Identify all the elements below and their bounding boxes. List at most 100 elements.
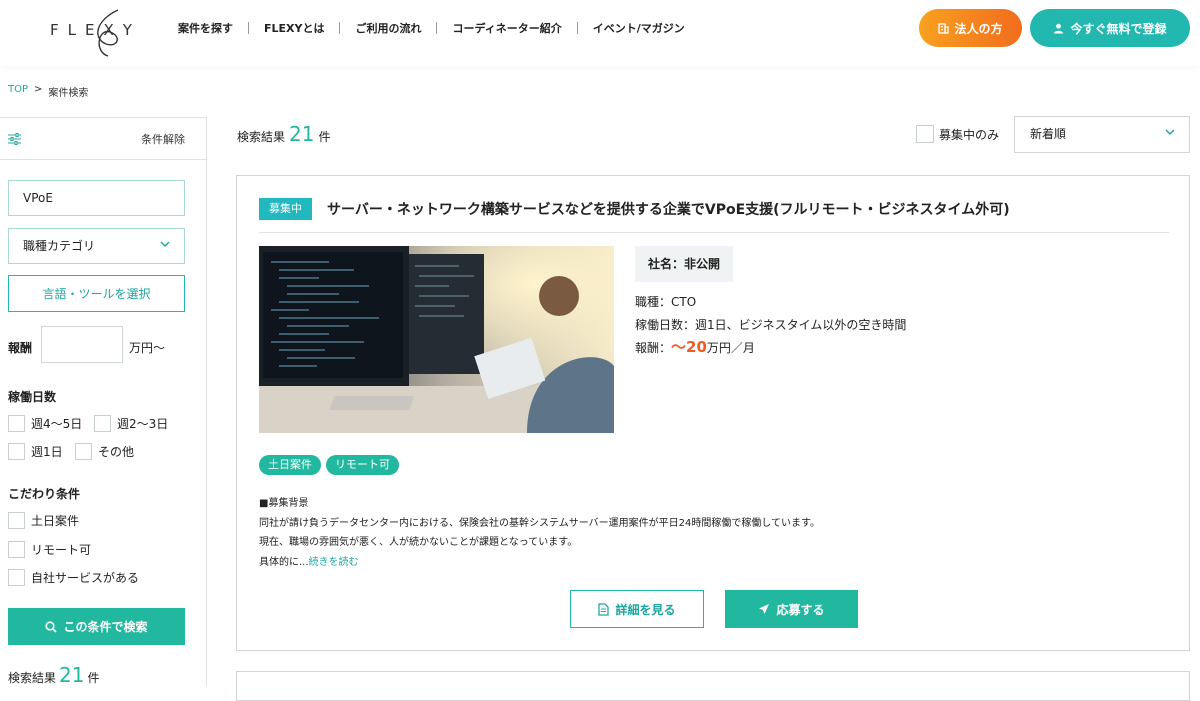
checkbox[interactable] bbox=[8, 541, 25, 558]
job-card bbox=[236, 671, 1190, 701]
work-days-title: 稼働日数 bbox=[8, 390, 57, 404]
days-option-2-3[interactable]: 週2〜3日 bbox=[94, 415, 168, 432]
desc-line: 同社が請け負うデータセンター内における、保険会社の基幹システムサーバー運用案件が… bbox=[259, 517, 821, 529]
logo-swirl-icon bbox=[97, 9, 119, 57]
pay-suffix: 万円／月 bbox=[706, 341, 755, 355]
checkbox-label: 土日案件 bbox=[31, 514, 80, 528]
filter-sliders-icon[interactable] bbox=[8, 133, 21, 145]
desc-line: 現在、職場の雰囲気が悪く、人が続かないことが課題となっています。 bbox=[259, 537, 578, 548]
checkbox[interactable] bbox=[8, 569, 25, 586]
search-button-label: この条件で検索 bbox=[63, 620, 148, 634]
days-option-1[interactable]: 週1日 bbox=[8, 443, 63, 460]
sidebar-result-count: 検索結果 21 件 bbox=[8, 663, 99, 687]
search-button[interactable]: この条件で検索 bbox=[8, 608, 185, 645]
building-icon bbox=[938, 22, 950, 34]
checkbox[interactable] bbox=[75, 443, 92, 460]
checkbox[interactable] bbox=[8, 512, 25, 529]
corporate-button-label: 法人の方 bbox=[954, 21, 1003, 36]
chevron-down-icon bbox=[1165, 129, 1175, 136]
job-card: 募集中 サーバー・ネットワーク構築サービスなどを提供する企業でVPoE支援(フル… bbox=[236, 175, 1190, 651]
category-select[interactable]: 職種カテゴリ bbox=[8, 228, 185, 264]
tag-remote: リモート可 bbox=[326, 455, 399, 475]
company-name: 社名：非公開 bbox=[635, 246, 734, 282]
checkbox[interactable] bbox=[8, 415, 25, 432]
chevron-down-icon bbox=[160, 241, 170, 248]
nav-about[interactable]: FLEXYとは bbox=[264, 20, 324, 36]
register-button[interactable]: 今すぐ無料で登録 bbox=[1030, 9, 1190, 47]
checkbox-label: 自社サービスがある bbox=[31, 571, 140, 585]
register-button-label: 今すぐ無料で登録 bbox=[1070, 21, 1167, 36]
desc-line: 具体的に...続きを読む bbox=[259, 553, 820, 573]
days-option-other[interactable]: その他 bbox=[75, 443, 134, 460]
desc-text: 具体的に... bbox=[259, 556, 309, 568]
apply-button-label: 応募する bbox=[776, 602, 825, 617]
tag-weekend: 土日案件 bbox=[259, 455, 321, 475]
result-label: 検索結果 bbox=[8, 671, 57, 685]
pref-option-remote[interactable]: リモート可 bbox=[8, 541, 91, 558]
checkbox-label: リモート可 bbox=[31, 543, 92, 557]
read-more-link[interactable]: 続きを読む bbox=[309, 557, 359, 568]
pay-unit: 万円〜 bbox=[129, 341, 166, 355]
breadcrumb: TOP > 案件検索 bbox=[8, 84, 88, 99]
paper-plane-icon bbox=[759, 604, 770, 614]
recruiting-only-toggle[interactable]: 募集中のみ bbox=[916, 125, 999, 143]
checkbox-label: 週2〜3日 bbox=[117, 417, 169, 431]
sort-select[interactable]: 新着順 bbox=[1014, 116, 1190, 153]
nav-divider bbox=[248, 22, 249, 34]
result-number: 21 bbox=[59, 663, 85, 687]
developer-photo-image bbox=[259, 246, 614, 433]
nav-divider bbox=[576, 22, 578, 34]
job-photo bbox=[259, 246, 614, 433]
breadcrumb-current: 案件検索 bbox=[48, 88, 89, 99]
sidebar-header: 条件解除 bbox=[0, 118, 207, 160]
job-description: ■募集背景 同社が請け負うデータセンター内における、保険会社の基幹システムサーバ… bbox=[259, 494, 820, 572]
pay-amount: 〜20 bbox=[671, 338, 707, 356]
nav-coordinators[interactable]: コーディネーター紹介 bbox=[452, 20, 561, 36]
checkbox[interactable] bbox=[94, 415, 111, 432]
pref-option-weekend[interactable]: 土日案件 bbox=[8, 512, 79, 529]
recruiting-only-label: 募集中のみ bbox=[939, 127, 1000, 142]
main-nav: 案件を探す FLEXYとは ご利用の流れ コーディネーター紹介 イベント/マガジ… bbox=[178, 20, 685, 36]
site-header: FLEXY 案件を探す FLEXYとは ご利用の流れ コーディネーター紹介 イベ… bbox=[0, 0, 1200, 66]
result-unit: 件 bbox=[87, 671, 100, 685]
checkbox-label: その他 bbox=[98, 445, 135, 459]
detail-button[interactable]: 詳細を見る bbox=[570, 590, 704, 628]
sort-select-value: 新着順 bbox=[1030, 127, 1067, 141]
job-pay: 報酬：〜20万円／月 bbox=[635, 336, 755, 357]
apply-button[interactable]: 応募する bbox=[725, 590, 858, 628]
lang-tool-button[interactable]: 言語・ツールを選択 bbox=[8, 275, 185, 312]
pay-prefix: 報酬： bbox=[635, 341, 672, 355]
breadcrumb-separator: > bbox=[34, 84, 43, 95]
desc-heading: ■募集背景 bbox=[259, 498, 309, 509]
detail-button-label: 詳細を見る bbox=[615, 602, 676, 617]
job-role: 職種：CTO bbox=[635, 295, 697, 309]
tag-list: 土日案件 リモート可 bbox=[259, 455, 399, 475]
nav-search-jobs[interactable]: 案件を探す bbox=[178, 20, 233, 36]
document-icon bbox=[598, 602, 610, 616]
checkbox[interactable] bbox=[8, 443, 25, 460]
checkbox[interactable] bbox=[916, 125, 934, 143]
main-result-count: 検索結果 21 件 bbox=[237, 122, 330, 146]
nav-flow[interactable]: ご利用の流れ bbox=[355, 20, 421, 36]
checkbox-label: 週1日 bbox=[31, 445, 63, 459]
job-title[interactable]: サーバー・ネットワーク構築サービスなどを提供する企業でVPoE支援(フルリモート… bbox=[327, 199, 1010, 219]
category-select-value: 職種カテゴリ bbox=[23, 239, 96, 253]
corporate-button[interactable]: 法人の方 bbox=[919, 9, 1022, 47]
search-icon bbox=[45, 620, 58, 633]
pref-option-own-service[interactable]: 自社サービスがある bbox=[8, 569, 139, 586]
job-work-days: 稼働日数：週1日、ビジネスタイム以外の空き時間 bbox=[635, 318, 907, 332]
breadcrumb-top-link[interactable]: TOP bbox=[8, 84, 28, 99]
nav-events[interactable]: イベント/マガジン bbox=[593, 20, 685, 36]
result-number: 21 bbox=[289, 122, 315, 146]
preferences-title: こだわり条件 bbox=[8, 487, 81, 501]
flexy-logo[interactable]: FLEXY bbox=[50, 8, 146, 58]
nav-divider bbox=[436, 22, 438, 34]
clear-filters-button[interactable]: 条件解除 bbox=[141, 131, 185, 147]
pay-label: 報酬 bbox=[8, 341, 33, 355]
nav-divider bbox=[339, 22, 341, 34]
keyword-input[interactable]: VPoE bbox=[8, 180, 185, 216]
divider bbox=[259, 232, 1169, 233]
pay-input[interactable] bbox=[41, 326, 123, 363]
result-label: 検索結果 bbox=[237, 130, 286, 144]
days-option-4-5[interactable]: 週4〜5日 bbox=[8, 415, 82, 432]
